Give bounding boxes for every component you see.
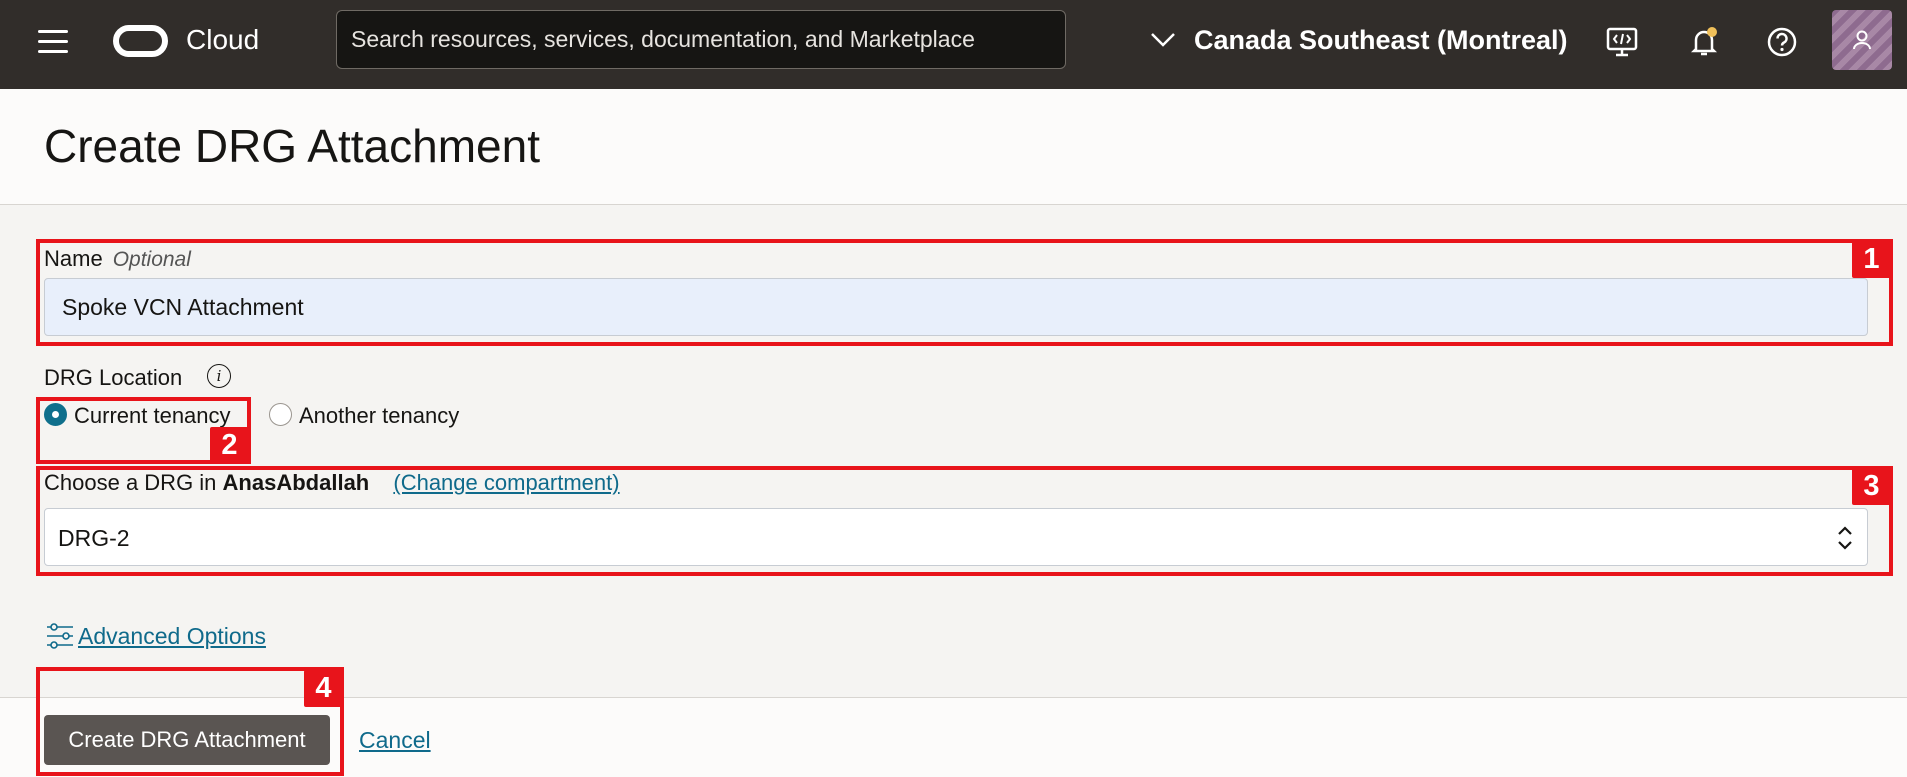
oracle-logo-icon[interactable] — [113, 25, 168, 57]
annotation-box-3 — [36, 466, 1893, 576]
sliders-icon — [47, 623, 73, 649]
search-input[interactable] — [336, 10, 1066, 69]
advanced-options-link[interactable]: Advanced Options — [78, 623, 266, 650]
annotation-badge-1: 1 — [1852, 241, 1891, 278]
help-icon[interactable] — [1762, 22, 1802, 62]
region-selector[interactable]: Canada Southeast (Montreal) — [1150, 18, 1568, 62]
brand-name[interactable]: Cloud — [186, 24, 259, 56]
advanced-options[interactable]: Advanced Options — [44, 620, 266, 652]
another-tenancy-radio[interactable] — [269, 403, 292, 426]
annotation-badge-3: 3 — [1852, 468, 1891, 505]
cancel-link[interactable]: Cancel — [359, 727, 431, 754]
user-icon — [1853, 30, 1871, 50]
annotation-badge-4: 4 — [304, 670, 343, 707]
developer-tools-icon[interactable] — [1602, 22, 1642, 62]
annotation-badge-2: 2 — [210, 427, 249, 464]
title-band: Create DRG Attachment — [0, 89, 1907, 205]
drg-location-label: DRG Location — [44, 365, 183, 390]
info-icon[interactable]: i — [207, 364, 231, 388]
top-bar: Cloud Canada Southeast (Montreal) — [0, 0, 1907, 89]
region-label: Canada Southeast (Montreal) — [1194, 24, 1568, 55]
user-avatar[interactable] — [1832, 10, 1892, 70]
chevron-down-icon — [1151, 33, 1175, 47]
annotation-box-1 — [36, 239, 1893, 346]
another-tenancy-label[interactable]: Another tenancy — [299, 403, 459, 429]
menu-icon[interactable] — [38, 28, 70, 54]
page-title: Create DRG Attachment — [44, 120, 540, 172]
annotation-box-4 — [36, 667, 344, 776]
notifications-icon[interactable] — [1684, 22, 1724, 62]
